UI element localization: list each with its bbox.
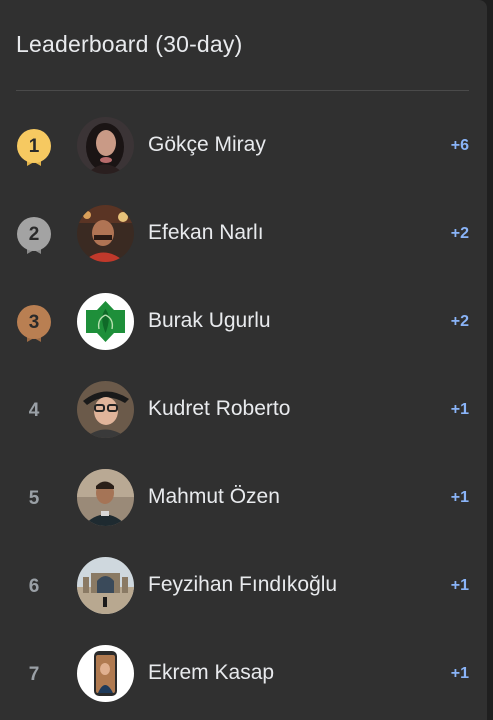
rank-badge-bronze: 3 [14, 303, 54, 343]
leaderboard-row[interactable]: 5 Mahmut Özen +1 [0, 455, 487, 543]
leaderboard-row[interactable]: 4 Kudret Roberto +1 [0, 367, 487, 455]
leaderboard-title: Leaderboard (30-day) [16, 31, 243, 57]
score-delta: +1 [450, 401, 469, 418]
score-delta: +1 [450, 665, 469, 682]
leaderboard-card: Leaderboard (30-day) 1 Gökçe Miray +6 2 … [0, 0, 487, 720]
rank-badge: 5 [14, 479, 54, 519]
rank-number: 4 [28, 400, 40, 421]
score-delta: +1 [450, 489, 469, 506]
avatar[interactable] [77, 645, 134, 702]
score-delta: +2 [450, 225, 469, 242]
avatar[interactable] [77, 381, 134, 438]
rank-number: 6 [28, 576, 40, 597]
player-name: Mahmut Özen [148, 485, 280, 508]
player-name: Burak Ugurlu [148, 309, 271, 332]
leaderboard-row[interactable]: 7 Ekrem Kasap +1 [0, 631, 487, 719]
avatar[interactable] [77, 293, 134, 350]
score-delta: +2 [450, 313, 469, 330]
leaderboard-row[interactable]: 3 Burak Ugurlu +2 [0, 279, 487, 367]
player-name: Feyzihan Fındıkoğlu [148, 573, 338, 596]
rank-badge: 4 [14, 391, 54, 431]
player-name: Ekrem Kasap [148, 661, 275, 684]
avatar[interactable] [77, 205, 134, 262]
rank-number: 3 [28, 312, 40, 333]
rank-badge-gold: 1 [14, 127, 54, 167]
leaderboard-row[interactable]: 1 Gökçe Miray +6 [0, 103, 487, 191]
leaderboard-row[interactable]: 2 Efekan Narlı +2 [0, 191, 487, 279]
divider [16, 90, 469, 91]
rank-badge: 7 [14, 655, 54, 695]
rank-number: 2 [28, 224, 40, 245]
player-name: Kudret Roberto [148, 397, 291, 420]
rank-number: 7 [28, 664, 40, 685]
rank-badge: 6 [14, 567, 54, 607]
rank-badge-silver: 2 [14, 215, 54, 255]
rank-number: 5 [28, 488, 40, 509]
avatar[interactable] [77, 117, 134, 174]
score-delta: +1 [450, 577, 469, 594]
player-name: Efekan Narlı [148, 221, 264, 244]
leaderboard-list: 1 Gökçe Miray +6 2 Efekan Narlı +2 3 Bur… [0, 103, 487, 719]
player-name: Gökçe Miray [148, 133, 266, 156]
score-delta: +6 [450, 137, 469, 154]
avatar[interactable] [77, 557, 134, 614]
leaderboard-row[interactable]: 6 Feyzihan Fındıkoğlu +1 [0, 543, 487, 631]
avatar[interactable] [77, 469, 134, 526]
rank-number: 1 [28, 136, 40, 157]
